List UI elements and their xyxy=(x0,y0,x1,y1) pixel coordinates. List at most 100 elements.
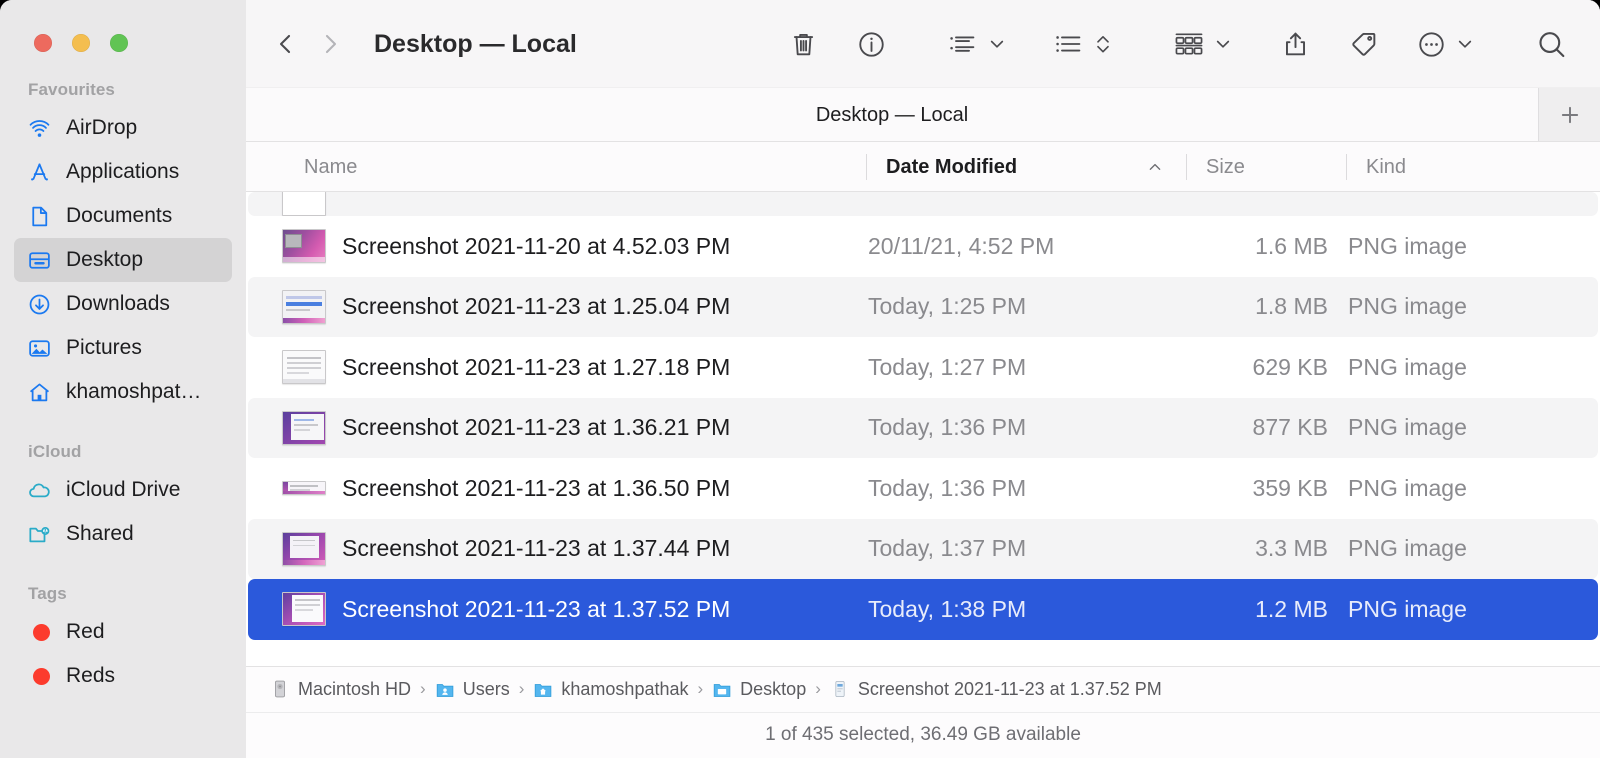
view-options-button[interactable] xyxy=(1166,21,1212,67)
table-row-partial[interactable] xyxy=(248,192,1598,216)
breadcrumb-separator: › xyxy=(697,679,704,698)
table-row[interactable]: Screenshot 2021-11-20 at 4.52.03 PM 20/1… xyxy=(248,216,1598,277)
sidebar-item-icloud-drive[interactable]: iCloud Drive xyxy=(14,468,232,512)
status-text: 1 of 435 selected, 36.49 GB available xyxy=(765,724,1081,745)
breadcrumb-khamoshpathak[interactable]: khamoshpathak xyxy=(533,679,689,700)
table-row[interactable]: Screenshot 2021-11-23 at 1.25.04 PM Toda… xyxy=(248,276,1598,337)
chevron-down-icon[interactable] xyxy=(1452,21,1478,67)
sidebar-item-downloads[interactable]: Downloads xyxy=(14,282,232,326)
file-date: 20/11/21, 4:52 PM xyxy=(868,232,1055,259)
file-size: 1.8 MB xyxy=(1255,293,1328,320)
breadcrumb-separator: › xyxy=(420,679,426,698)
file-thumbnail xyxy=(282,592,326,627)
document-icon xyxy=(26,203,52,229)
file-date: Today, 1:27 PM xyxy=(868,353,1027,380)
sidebar-item-pictures[interactable]: Pictures xyxy=(14,326,232,370)
breadcrumb-macintosh-hd[interactable]: Macintosh HD xyxy=(270,679,411,700)
finder-window: Favourites AirDrop Applications Document… xyxy=(0,0,1600,758)
file-list[interactable]: Screenshot 2021-11-20 at 4.52.03 PM 20/1… xyxy=(246,192,1600,666)
desktop-icon xyxy=(26,247,52,273)
new-tab-button[interactable] xyxy=(1538,88,1600,142)
chevron-updown-icon[interactable] xyxy=(1090,21,1116,67)
search-button[interactable] xyxy=(1528,21,1574,67)
toolbar: Desktop — Local xyxy=(246,0,1600,88)
png-file-icon xyxy=(835,681,845,697)
file-name: Screenshot 2021-11-23 at 1.25.04 PM xyxy=(342,293,731,320)
sidebar-item-label: iCloud Drive xyxy=(66,478,181,501)
file-thumbnail xyxy=(282,531,326,566)
breadcrumb-users[interactable]: Users xyxy=(435,679,510,700)
column-header-name[interactable]: Name xyxy=(246,142,866,192)
sort-by-button[interactable] xyxy=(1046,21,1092,67)
maximize-button[interactable] xyxy=(110,34,128,52)
file-kind: PNG image xyxy=(1348,595,1467,622)
file-size: 877 KB xyxy=(1252,414,1328,441)
sidebar-item-label: Reds xyxy=(66,664,116,687)
path-bar: Macintosh HD › Users › khamoshpathak › D… xyxy=(246,666,1600,712)
share-button[interactable] xyxy=(1272,21,1318,67)
more-button[interactable] xyxy=(1408,21,1454,67)
chevron-down-icon[interactable] xyxy=(1210,21,1236,67)
sidebar-item-label: Red xyxy=(66,620,105,643)
file-name: Screenshot 2021-11-23 at 1.27.18 PM xyxy=(342,353,731,380)
sidebar-section-favourites: Favourites xyxy=(28,80,115,99)
breadcrumb-file[interactable]: Screenshot 2021-11-23 at 1.37.52 PM xyxy=(830,679,1162,700)
table-row[interactable]: Screenshot 2021-11-23 at 1.36.50 PM Toda… xyxy=(248,458,1598,519)
breadcrumb-separator: › xyxy=(815,679,821,698)
hard-drive-icon xyxy=(275,680,285,698)
toolbar-buttons xyxy=(780,21,1574,67)
tab-bar: Desktop — Local xyxy=(246,88,1600,142)
close-button[interactable] xyxy=(34,34,52,52)
window-controls xyxy=(0,0,246,52)
file-kind: PNG image xyxy=(1348,293,1467,320)
sidebar-item-desktop[interactable]: Desktop xyxy=(14,238,232,282)
sidebar-section-tags: Tags xyxy=(28,584,67,603)
column-header-date-modified[interactable]: Date Modified xyxy=(866,142,1186,192)
sidebar-item-home[interactable]: khamoshpat… xyxy=(14,370,232,414)
group-by-button[interactable] xyxy=(940,21,986,67)
sidebar-item-label: Downloads xyxy=(66,292,170,315)
table-row[interactable]: Screenshot 2021-11-23 at 1.36.21 PM Toda… xyxy=(248,397,1598,458)
users-folder-icon xyxy=(436,684,454,697)
info-button[interactable] xyxy=(848,21,894,67)
chevron-up-icon xyxy=(1146,158,1164,176)
table-row[interactable]: Screenshot 2021-11-23 at 1.27.18 PM Toda… xyxy=(248,337,1598,398)
minimize-button[interactable] xyxy=(72,34,90,52)
sidebar-item-label: khamoshpat… xyxy=(66,380,202,403)
tag-button[interactable] xyxy=(1340,21,1386,67)
column-header-kind[interactable]: Kind xyxy=(1346,142,1600,192)
tag-dot-icon xyxy=(26,619,52,645)
file-name: Screenshot 2021-11-23 at 1.36.21 PM xyxy=(342,414,731,441)
breadcrumb-desktop[interactable]: Desktop xyxy=(712,679,806,700)
forward-button[interactable] xyxy=(308,22,352,66)
file-size: 1.2 MB xyxy=(1255,595,1328,622)
back-button[interactable] xyxy=(264,22,308,66)
cloud-icon xyxy=(26,477,52,503)
column-header-size[interactable]: Size xyxy=(1186,142,1346,192)
file-thumbnail xyxy=(282,481,326,496)
sidebar-item-shared[interactable]: Shared xyxy=(14,512,232,556)
sidebar-item-applications[interactable]: Applications xyxy=(14,150,232,194)
file-thumbnail xyxy=(282,410,326,445)
table-row[interactable]: Screenshot 2021-11-23 at 1.37.44 PM Toda… xyxy=(248,518,1598,579)
file-thumbnail xyxy=(282,350,326,385)
sidebar-item-tag-red[interactable]: Red xyxy=(14,610,232,654)
chevron-down-icon[interactable] xyxy=(984,21,1010,67)
file-size: 3.3 MB xyxy=(1255,535,1328,562)
sidebar-item-airdrop[interactable]: AirDrop xyxy=(14,106,232,150)
tab-desktop-local[interactable]: Desktop — Local xyxy=(246,88,1538,142)
home-icon xyxy=(26,379,52,405)
delete-button[interactable] xyxy=(780,21,826,67)
file-date: Today, 1:25 PM xyxy=(868,293,1027,320)
file-date: Today, 1:36 PM xyxy=(868,474,1027,501)
shared-folder-icon xyxy=(26,521,52,547)
sidebar-item-documents[interactable]: Documents xyxy=(14,194,232,238)
file-size: 629 KB xyxy=(1252,353,1328,380)
file-kind: PNG image xyxy=(1348,535,1467,562)
sidebar-item-tag-reds[interactable]: Reds xyxy=(14,654,232,698)
pictures-icon xyxy=(26,335,52,361)
download-icon xyxy=(26,291,52,317)
breadcrumb-separator: › xyxy=(518,679,525,698)
table-row-selected[interactable]: Screenshot 2021-11-23 at 1.37.52 PM Toda… xyxy=(248,579,1598,640)
file-size: 1.6 MB xyxy=(1255,232,1328,259)
